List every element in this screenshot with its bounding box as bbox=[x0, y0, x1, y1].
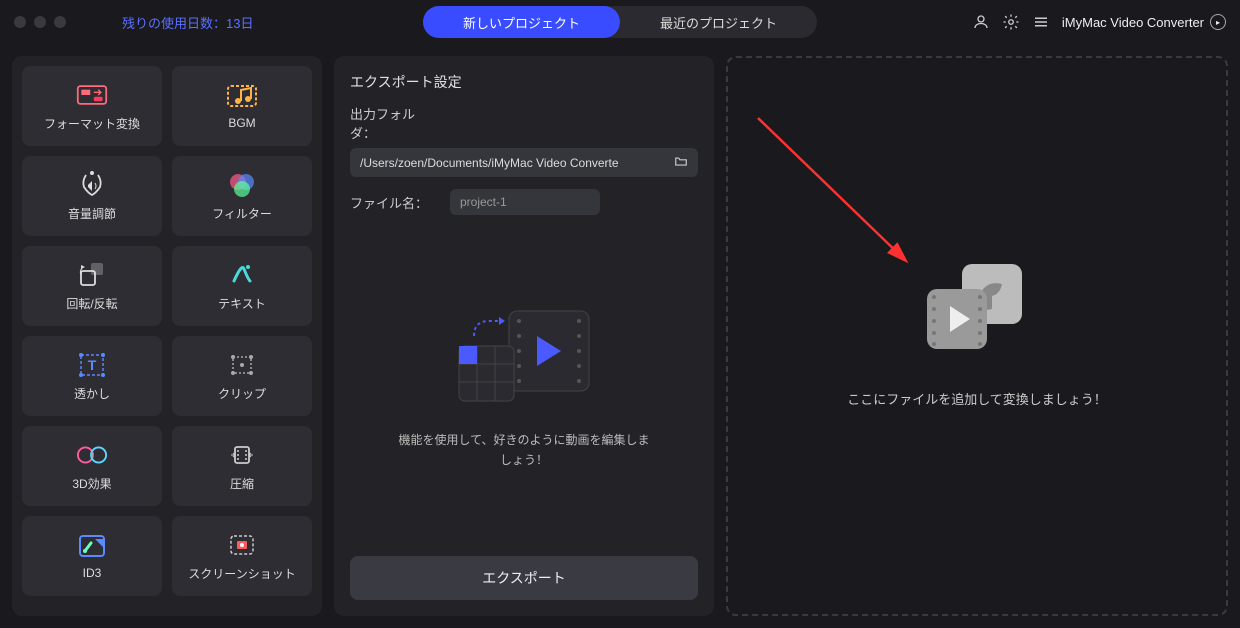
tool-label: 3D効果 bbox=[72, 475, 111, 492]
tool-label: クリップ bbox=[218, 385, 266, 402]
export-title: エクスポート設定 bbox=[350, 72, 698, 92]
export-panel: エクスポート設定 出力フォルダ： /Users/zoen/Documents/i… bbox=[334, 56, 714, 616]
tool-label: テキスト bbox=[218, 295, 266, 312]
tab-new-project[interactable]: 新しいプロジェクト bbox=[423, 6, 620, 38]
dropzone-icon bbox=[922, 264, 1032, 359]
text-icon bbox=[226, 261, 258, 289]
project-tab-switch: 新しいプロジェクト 最近のプロジェクト bbox=[423, 6, 817, 38]
format-convert-icon bbox=[76, 81, 108, 109]
3d-icon bbox=[76, 441, 108, 469]
tool-3d[interactable]: 3D効果 bbox=[22, 426, 162, 506]
tool-label: 音量調節 bbox=[68, 205, 116, 222]
svg-text:T: T bbox=[88, 357, 97, 373]
id3-icon bbox=[76, 532, 108, 560]
tool-label: 圧縮 bbox=[230, 475, 254, 492]
filename-input[interactable] bbox=[450, 189, 600, 215]
tool-label: フォーマット変換 bbox=[44, 115, 140, 132]
maximize-window-button[interactable] bbox=[54, 16, 66, 28]
account-icon[interactable] bbox=[972, 13, 990, 31]
bgm-icon bbox=[226, 82, 258, 110]
close-window-button[interactable] bbox=[14, 16, 26, 28]
output-folder-label: 出力フォルダ： bbox=[350, 104, 440, 142]
export-hint: 機能を使用して、好きのように動画を編集しましょう！ bbox=[394, 431, 654, 469]
export-illustration: 機能を使用して、好きのように動画を編集しましょう！ bbox=[350, 227, 698, 544]
annotation-arrow bbox=[748, 108, 948, 308]
clip-icon bbox=[226, 351, 258, 379]
tool-clip[interactable]: クリップ bbox=[172, 336, 312, 416]
window-controls bbox=[14, 16, 66, 28]
tool-text[interactable]: テキスト bbox=[172, 246, 312, 326]
volume-icon bbox=[76, 171, 108, 199]
tool-id3[interactable]: ID3 bbox=[22, 516, 162, 596]
folder-browse-icon[interactable] bbox=[674, 154, 688, 171]
screenshot-icon bbox=[226, 531, 258, 559]
tools-sidebar: フォーマット変換 BGM 音量調節 フィルター回転/反転 テキスト T 透かし クリップ 3D効… bbox=[12, 56, 322, 616]
tool-watermark[interactable]: T 透かし bbox=[22, 336, 162, 416]
output-folder-path[interactable]: /Users/zoen/Documents/iMyMac Video Conve… bbox=[350, 148, 698, 177]
tool-rotate[interactable]: 回転/反転 bbox=[22, 246, 162, 326]
tool-label: BGM bbox=[228, 116, 255, 130]
tool-compress[interactable]: 圧縮 bbox=[172, 426, 312, 506]
tool-label: ID3 bbox=[83, 566, 102, 580]
menu-icon[interactable] bbox=[1032, 13, 1050, 31]
tool-label: 透かし bbox=[74, 385, 110, 402]
rotate-icon bbox=[76, 261, 108, 289]
tool-screenshot[interactable]: スクリーンショット bbox=[172, 516, 312, 596]
tool-volume[interactable]: 音量調節 bbox=[22, 156, 162, 236]
trial-days-label: 残りの使用日数：13日 bbox=[122, 13, 253, 32]
export-button[interactable]: エクスポート bbox=[350, 556, 698, 600]
tool-label: フィルター bbox=[212, 205, 272, 222]
tool-format-convert[interactable]: フォーマット変換 bbox=[22, 66, 162, 146]
brand-label: iMyMac Video Converter ▸ bbox=[1062, 14, 1226, 30]
brand-play-icon: ▸ bbox=[1210, 14, 1226, 30]
watermark-icon: T bbox=[76, 351, 108, 379]
tab-recent-projects[interactable]: 最近のプロジェクト bbox=[620, 6, 817, 38]
topbar: 残りの使用日数：13日 新しいプロジェクト 最近のプロジェクト iMyMac V… bbox=[0, 0, 1240, 44]
compress-icon bbox=[226, 441, 258, 469]
tool-label: 回転/反転 bbox=[66, 295, 117, 312]
minimize-window-button[interactable] bbox=[34, 16, 46, 28]
dropzone-text: ここにファイルを追加して変換しましょう！ bbox=[847, 389, 1107, 408]
filter-icon bbox=[226, 171, 258, 199]
tool-bgm[interactable]: BGM bbox=[172, 66, 312, 146]
filename-label: ファイル名： bbox=[350, 193, 440, 212]
tool-label: スクリーンショット bbox=[188, 565, 295, 582]
settings-icon[interactable] bbox=[1002, 13, 1020, 31]
tool-filter[interactable]: フィルター bbox=[172, 156, 312, 236]
dropzone[interactable]: ここにファイルを追加して変換しましょう！ bbox=[726, 56, 1228, 616]
